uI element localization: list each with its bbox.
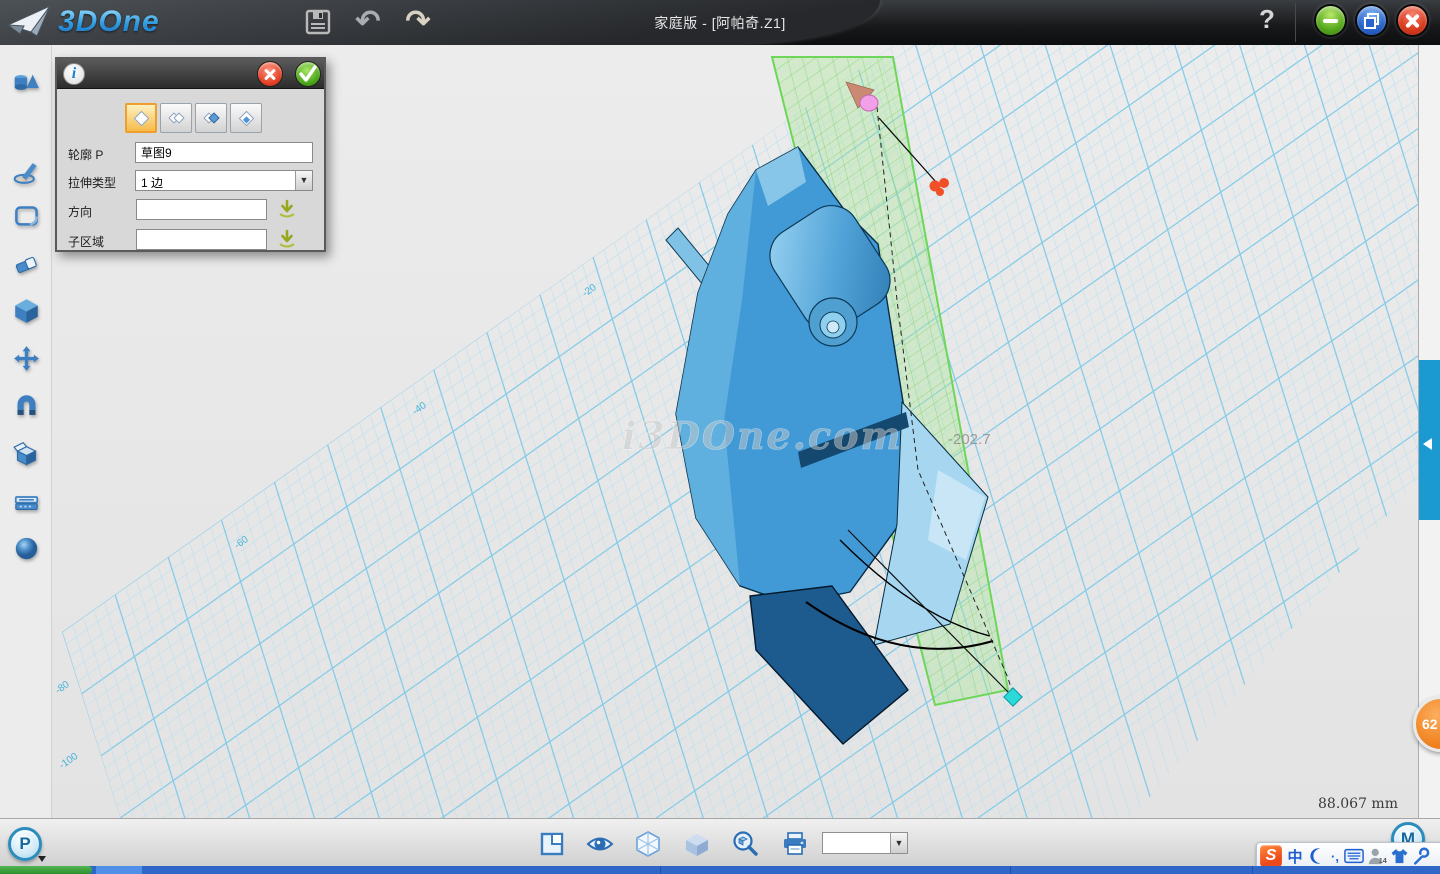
extrude-type-value: 1 边: [141, 174, 163, 191]
punctuation-toggle[interactable]: ·,: [1329, 849, 1341, 864]
grid-axis-labels: -20 -40 -60 -80 -100: [53, 282, 599, 772]
moon-icon[interactable]: [1308, 847, 1326, 865]
expand-left-arrow-icon: [1423, 438, 1432, 450]
extrude-type-label: 拉伸类型: [68, 174, 116, 191]
profile-badge[interactable]: P: [8, 827, 42, 861]
mode-one-side-button[interactable]: [125, 103, 157, 133]
subregion-picker-icon[interactable]: [277, 229, 297, 249]
minimize-button[interactable]: [1314, 4, 1347, 37]
profile-input[interactable]: [135, 142, 313, 163]
measurement-readout: 88.067 mm: [1318, 796, 1398, 812]
print-button[interactable]: [781, 830, 809, 858]
sketch-icon[interactable]: [13, 158, 40, 185]
wrench-settings-icon[interactable]: [1412, 847, 1430, 865]
taskbar-separator: [660, 866, 661, 874]
subregion-label: 子区域: [68, 233, 104, 250]
shaded-view-button[interactable]: [683, 830, 711, 858]
ime-language-toggle[interactable]: 中: [1285, 846, 1305, 867]
close-button[interactable]: [1396, 4, 1429, 37]
zoom-button[interactable]: [731, 830, 759, 858]
taskbar-separator: [1252, 866, 1253, 874]
title-bar: 3DOne ↶ ↷ 家庭版 - [阿帕奇.Z1] ?: [0, 0, 1440, 45]
panel-expand-tab[interactable]: [1419, 360, 1440, 520]
dropdown-arrow-icon[interactable]: ▼: [295, 171, 312, 190]
anchor-point-marker[interactable]: [930, 178, 950, 196]
magnet-icon[interactable]: [13, 393, 40, 420]
turret-top: [827, 321, 839, 333]
visibility-eye-button[interactable]: [586, 830, 614, 858]
document-title: 家庭版 - [阿帕奇.Z1]: [0, 13, 1440, 33]
sogou-logo-icon[interactable]: S: [1260, 845, 1282, 867]
restore-button[interactable]: [1355, 4, 1388, 37]
extrude-mode-options: [125, 103, 262, 133]
watermark: i3DOne.com: [622, 413, 903, 458]
subregion-input[interactable]: [136, 229, 267, 250]
left-toolbar: [0, 45, 52, 818]
user-count-icon[interactable]: 14: [1367, 847, 1387, 865]
mode-two-side-button[interactable]: [160, 103, 192, 133]
svg-text:-60: -60: [232, 534, 251, 552]
direction-input[interactable]: [136, 199, 267, 220]
svg-text:-20: -20: [580, 282, 599, 300]
skin-tshirt-icon[interactable]: [1390, 847, 1409, 865]
quicklaunch-edge: [96, 866, 142, 874]
dialog-cancel-button[interactable]: [257, 61, 283, 87]
svg-text:-80: -80: [53, 679, 72, 697]
special-function-icon[interactable]: [13, 251, 40, 278]
minimize-icon: [1323, 19, 1338, 23]
mode-symmetric-button[interactable]: [195, 103, 227, 133]
keyboard-icon[interactable]: [1344, 848, 1364, 864]
dialog-header[interactable]: i: [57, 59, 324, 89]
diamond-icon: [133, 110, 149, 126]
info-icon[interactable]: i: [63, 63, 85, 85]
os-taskbar[interactable]: [0, 866, 1440, 874]
edit-sketch-icon[interactable]: [13, 203, 40, 230]
svg-text:-100: -100: [57, 751, 80, 772]
profile-caret-icon[interactable]: [38, 856, 46, 862]
view-preset-combo[interactable]: ▼: [822, 832, 908, 854]
special-shape-icon[interactable]: [13, 441, 40, 468]
help-button[interactable]: ?: [1252, 4, 1282, 40]
checkmark-icon: [296, 62, 320, 86]
direction-picker-icon[interactable]: [277, 199, 297, 219]
extrude-type-select[interactable]: 1 边 ▼: [135, 170, 313, 191]
restore-icon: [1363, 12, 1381, 30]
taskbar-separator: [1010, 866, 1011, 874]
mode-total-button[interactable]: [230, 103, 262, 133]
direction-label: 方向: [68, 203, 92, 220]
dimension-readout: -202.7: [948, 431, 991, 448]
extrude-dialog: i 轮廓 P 拉伸类型 1 边 ▼ 方向 子区域: [55, 57, 326, 252]
render-sphere-icon[interactable]: [13, 535, 40, 562]
move-icon[interactable]: [13, 345, 40, 372]
diamond-dot-icon: [238, 110, 254, 126]
layout-plane-button[interactable]: [538, 830, 566, 858]
view-toolbar: [0, 818, 1440, 866]
combo-arrow-icon[interactable]: ▼: [890, 833, 907, 853]
profile-label: 轮廓 P: [68, 146, 103, 163]
titlebar-separator: [1295, 3, 1296, 42]
dialog-confirm-button[interactable]: [295, 61, 321, 87]
feature-modeling-icon[interactable]: [13, 297, 40, 324]
svg-text:14: 14: [1379, 856, 1387, 865]
measure-icon[interactable]: [13, 488, 40, 515]
handle-marker[interactable]: [860, 95, 878, 111]
start-button-edge[interactable]: [0, 866, 92, 874]
primitive-solids-icon[interactable]: [13, 69, 40, 96]
svg-text:-40: -40: [410, 400, 429, 418]
wireframe-view-button[interactable]: [634, 830, 662, 858]
